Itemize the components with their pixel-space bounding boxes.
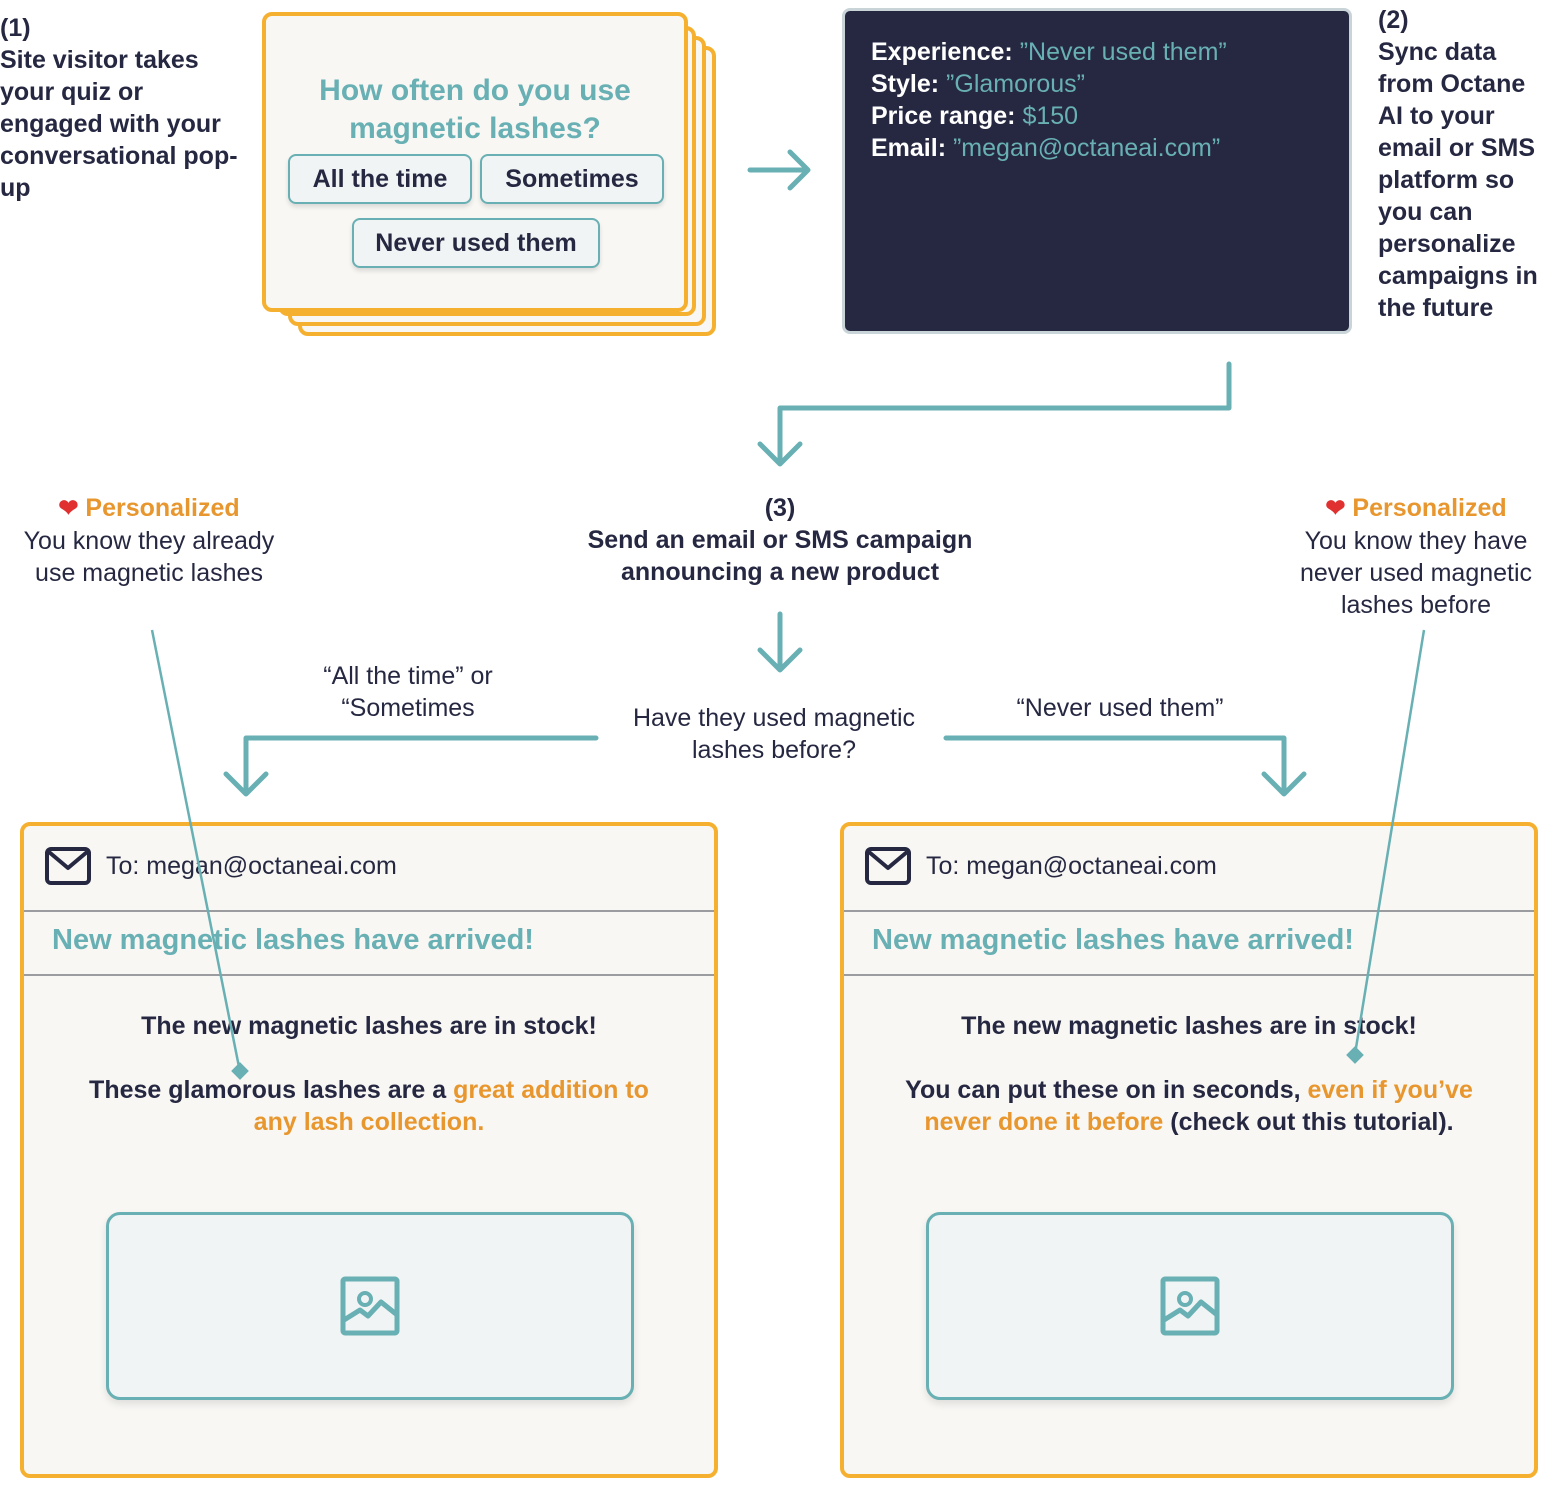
step-2-description: (2) Sync data from Octane AI to your ema… (1378, 4, 1551, 324)
annotation-right: ❤ Personalized You know they have never … (1280, 492, 1551, 621)
data-row-experience: Experience: ”Never used them” (871, 36, 1227, 68)
arrow-right-icon (747, 149, 811, 191)
email-line-1: The new magnetic lashes are in stock! (141, 1012, 597, 1040)
email-text: You can put these on in seconds, (905, 1076, 1308, 1104)
data-value: $150 (1022, 102, 1079, 130)
annotation-left-title: Personalized (85, 494, 240, 522)
data-row-price-range: Price range: $150 (871, 100, 1227, 132)
right-branch-arrow (943, 735, 1307, 797)
step-1-number: (1) (0, 14, 31, 42)
annotation-left: ❤ Personalized You know they already use… (10, 492, 288, 589)
envelope-icon (45, 847, 91, 885)
email-line-1: The new magnetic lashes are in stock! (961, 1012, 1417, 1040)
email-subject: New magnetic lashes have arrived! (52, 924, 534, 956)
email-line-2: You can put these on in seconds, even if… (904, 1074, 1474, 1138)
elbow-arrow-down (757, 361, 1232, 467)
data-row-style: Style: ”Glamorous” (871, 68, 1227, 100)
email-recipient: To: megan@octaneai.com (44, 846, 397, 886)
data-value: ”megan@octaneai.com” (952, 134, 1221, 162)
annotation-left-header: ❤ Personalized (10, 492, 288, 525)
image-placeholder (926, 1212, 1454, 1400)
synced-data-box: Experience: ”Never used them” Style: ”Gl… (842, 8, 1352, 334)
email-to-text: To: megan@octaneai.com (106, 851, 397, 880)
email-body: The new magnetic lashes are in stock! Th… (84, 1010, 654, 1170)
envelope-icon (865, 847, 911, 885)
heart-icon: ❤ (58, 495, 79, 522)
step-1-description: (1) Site visitor takes your quiz or enga… (0, 12, 240, 204)
email-line-2: These glamorous lashes are a great addit… (84, 1074, 654, 1138)
email-to-text: To: megan@octaneai.com (926, 851, 1217, 880)
quiz-option-all-the-time[interactable]: All the time (288, 154, 472, 204)
quiz-card: How often do you use magnetic lashes? Al… (262, 12, 688, 312)
email-text: (check out this tutorial). (1163, 1108, 1454, 1136)
step-1-text: Site visitor takes your quiz or engaged … (0, 46, 238, 202)
quiz-option-sometimes[interactable]: Sometimes (480, 154, 664, 204)
left-branch-arrow (223, 735, 599, 797)
step-3-text: Send an email or SMS campaign announcing… (587, 526, 973, 586)
email-card-left: To: megan@octaneai.com New magnetic lash… (20, 822, 718, 1478)
image-placeholder (106, 1212, 634, 1400)
divider (844, 974, 1534, 976)
annotation-right-title: Personalized (1352, 494, 1507, 522)
data-value: ”Glamorous” (946, 70, 1085, 98)
email-body: The new magnetic lashes are in stock! Yo… (904, 1010, 1474, 1170)
annotation-left-text: You know they already use magnetic lashe… (23, 527, 275, 587)
data-value: ”Never used them” (1019, 38, 1227, 66)
annotation-right-text: You know they have never used magnetic l… (1299, 527, 1533, 619)
data-row-email: Email: ”megan@octaneai.com” (871, 132, 1227, 164)
email-recipient: To: megan@octaneai.com (864, 846, 1217, 886)
image-icon (1160, 1276, 1220, 1336)
email-subject: New magnetic lashes have arrived! (872, 924, 1354, 956)
data-key: Email: (871, 134, 947, 162)
divider (24, 974, 714, 976)
image-icon (340, 1276, 400, 1336)
quiz-question: How often do you use magnetic lashes? (319, 74, 631, 145)
email-card-right: To: megan@octaneai.com New magnetic lash… (840, 822, 1538, 1478)
annotation-right-header: ❤ Personalized (1280, 492, 1551, 525)
arrow-down-icon (757, 611, 803, 673)
divider (844, 910, 1534, 912)
divider (24, 910, 714, 912)
heart-icon: ❤ (1325, 495, 1346, 522)
data-key: Experience: (871, 38, 1013, 66)
decision-question: Have they used magnetic lashes before? (632, 704, 916, 764)
step-3-number: (3) (764, 494, 796, 522)
data-key: Price range: (871, 102, 1016, 130)
step-2-text: Sync data from Octane AI to your email o… (1378, 38, 1538, 322)
right-branch-label: “Never used them” (1016, 694, 1224, 722)
quiz-option-never-used[interactable]: Never used them (352, 218, 600, 268)
step-3-description: (3) Send an email or SMS campaign announ… (560, 492, 1000, 588)
left-branch-label: “All the time” or “Sometimes (323, 662, 493, 722)
email-text: These glamorous lashes are a (89, 1076, 454, 1104)
data-key: Style: (871, 70, 940, 98)
step-2-number: (2) (1378, 6, 1409, 34)
